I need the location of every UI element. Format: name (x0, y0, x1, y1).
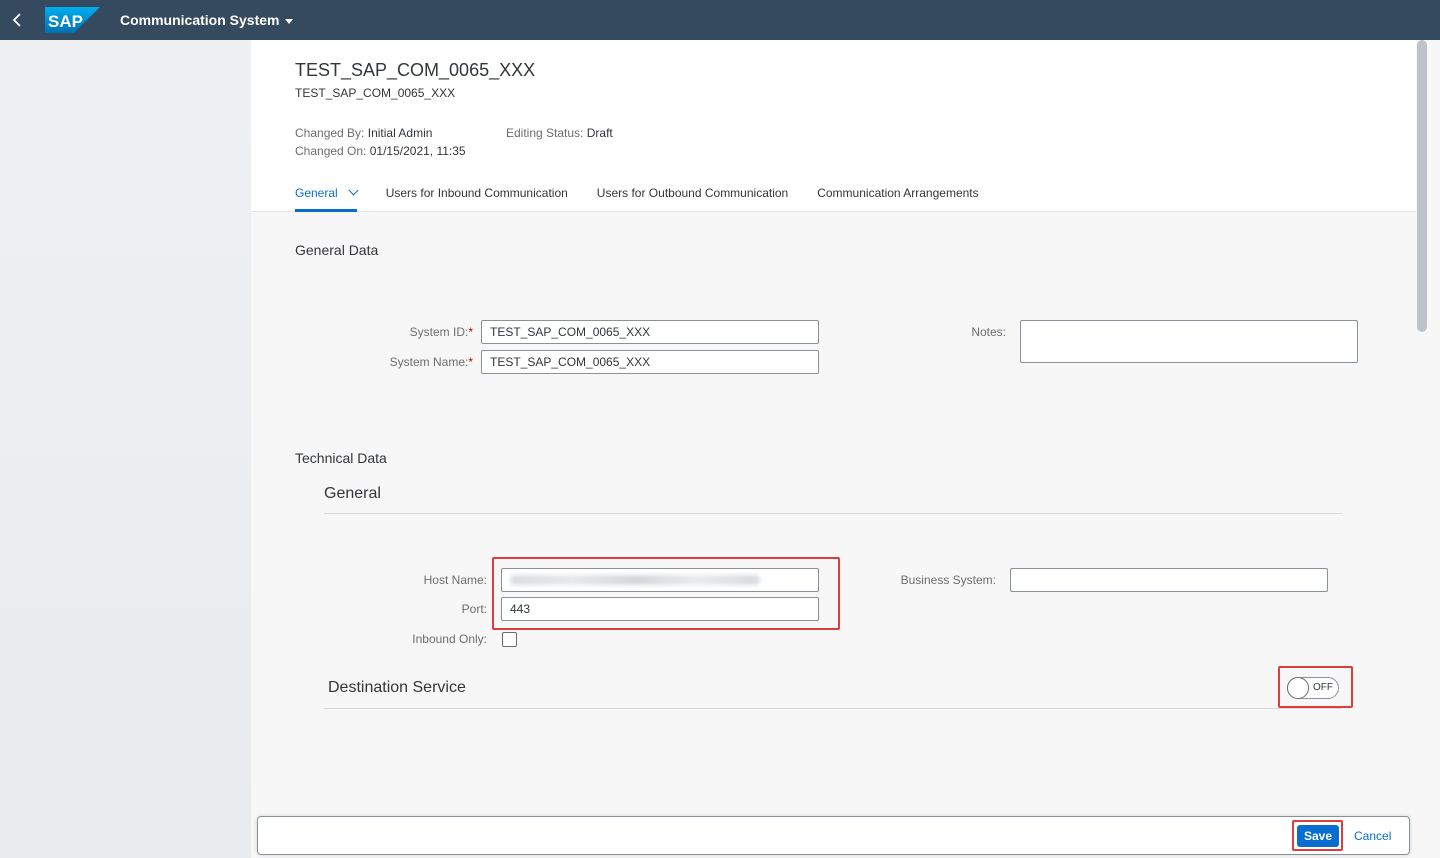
left-pane (0, 40, 251, 858)
tab-general[interactable]: General (295, 185, 359, 212)
object-header: TEST_SAP_COM_0065_XXX TEST_SAP_COM_0065_… (251, 40, 1416, 212)
divider (324, 708, 1342, 709)
port-label: Port: (461, 602, 487, 616)
shell-bar: SAP Communication System (0, 0, 1440, 40)
technical-data-title: Technical Data (295, 450, 387, 466)
host-name-label: Host Name: (423, 573, 487, 587)
sap-logo: SAP (45, 7, 100, 33)
inbound-only-label: Inbound Only: (412, 632, 487, 646)
destination-service-title: Destination Service (328, 679, 466, 696)
footer-toolbar (257, 816, 1410, 855)
app-title-menu[interactable]: Communication System (120, 12, 294, 28)
divider (324, 513, 1342, 514)
object-subtitle: TEST_SAP_COM_0065_XXX (295, 86, 456, 100)
system-id-input[interactable]: TEST_SAP_COM_0065_XXX (481, 320, 819, 344)
notes-textarea[interactable] (1020, 320, 1358, 363)
cancel-button[interactable]: Cancel (1349, 825, 1396, 847)
tab-users-inbound[interactable]: Users for Inbound Communication (386, 186, 568, 212)
system-id-label: System ID:* (409, 325, 473, 339)
scrollbar-thumb[interactable] (1417, 40, 1427, 332)
technical-general-title: General (324, 485, 381, 502)
general-data-title: General Data (295, 242, 379, 258)
editing-status: Editing Status: Draft (506, 126, 613, 140)
app-title: Communication System (120, 12, 280, 28)
highlight-switch (1278, 666, 1353, 708)
inbound-only-checkbox[interactable] (502, 632, 517, 647)
system-name-label: System Name:* (389, 355, 473, 369)
tab-users-outbound[interactable]: Users for Outbound Communication (597, 186, 788, 212)
notes-label: Notes: (971, 325, 1006, 339)
changed-on: Changed On: 01/15/2021, 11:35 (295, 144, 466, 158)
tab-bar: General Users for Inbound Communication … (295, 185, 979, 212)
business-system-label: Business System: (900, 573, 996, 587)
chevron-left-icon (12, 13, 21, 27)
object-page: TEST_SAP_COM_0065_XXX TEST_SAP_COM_0065_… (251, 40, 1416, 858)
caret-down-icon (285, 18, 294, 24)
business-system-input[interactable] (1010, 568, 1328, 592)
tab-communication-arrangements[interactable]: Communication Arrangements (817, 186, 978, 212)
svg-text:SAP: SAP (48, 12, 83, 31)
chevron-down-icon (348, 185, 359, 196)
changed-by: Changed By: Initial Admin (295, 126, 433, 140)
highlight-save (1292, 820, 1343, 851)
object-title: TEST_SAP_COM_0065_XXX (295, 60, 536, 80)
system-name-input[interactable]: TEST_SAP_COM_0065_XXX (481, 350, 819, 374)
highlight-host-port (492, 557, 840, 630)
back-button[interactable] (0, 0, 36, 40)
